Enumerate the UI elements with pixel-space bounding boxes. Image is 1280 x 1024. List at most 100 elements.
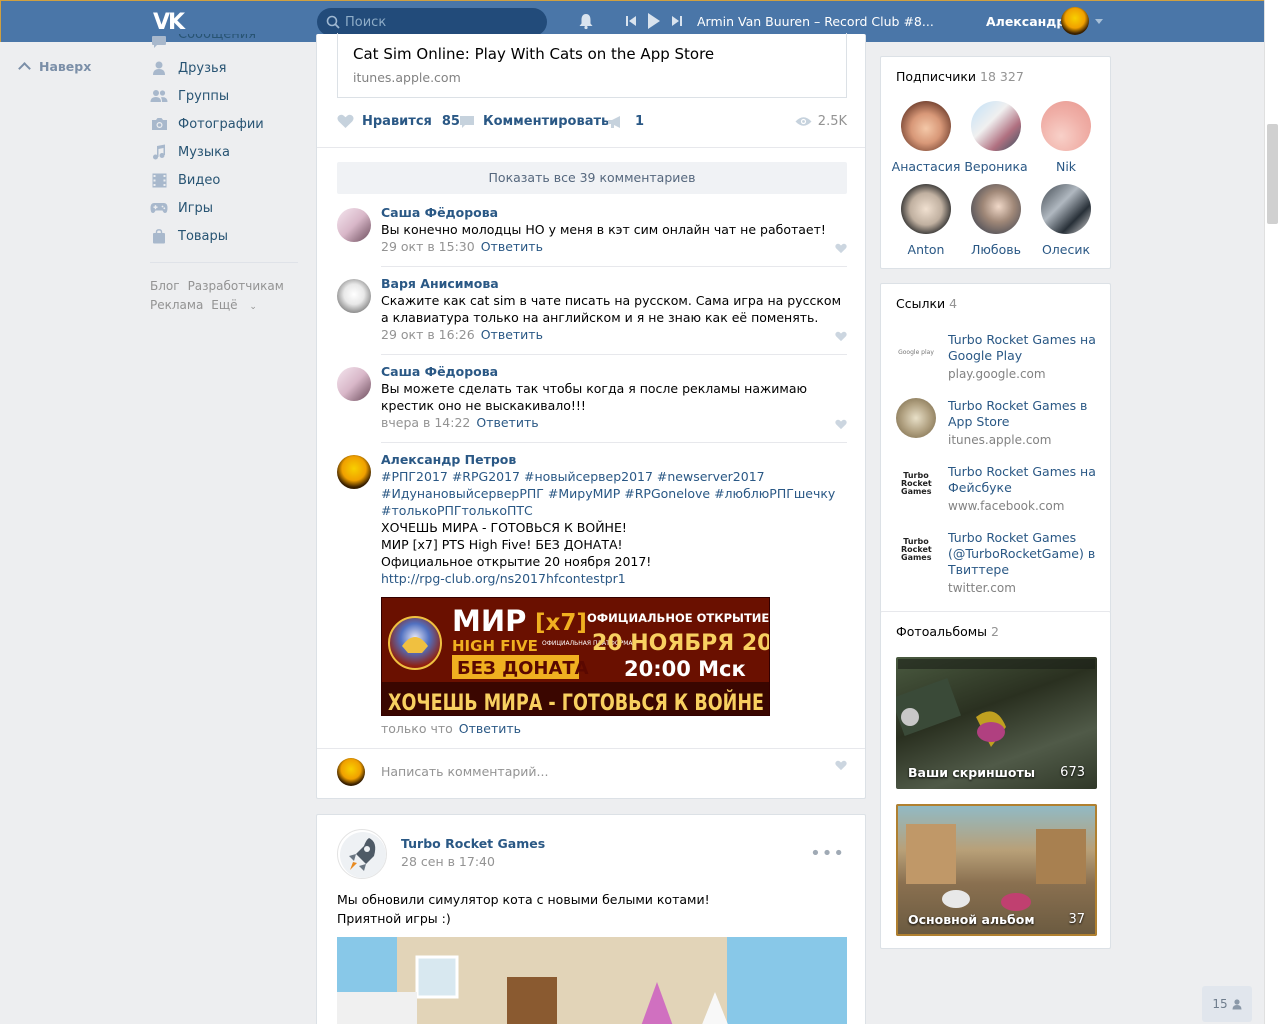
subscribers-label: Подписчики <box>896 69 977 84</box>
post-text: Мы обновили симулятор кота с новыми белы… <box>337 890 710 928</box>
comment-hashtags[interactable]: #РПГ2017 #RPG2017 #новыйсервер2017 #news… <box>381 468 841 519</box>
menu-item-music[interactable]: Музыка <box>150 138 300 166</box>
avatar[interactable] <box>337 829 387 879</box>
like-button[interactable]: Нравится 85 <box>337 114 460 129</box>
comment-meta: только что Ответить <box>381 720 841 738</box>
links-block: Ссылки 4 Google play Turbo Rocket Games н… <box>880 283 1111 613</box>
avatar <box>971 101 1021 151</box>
album-name: Основной альбом <box>908 912 1035 927</box>
avatar[interactable] <box>337 279 371 313</box>
comment-author[interactable]: Александр Петров <box>381 451 841 468</box>
avatar[interactable] <box>1061 7 1089 35</box>
comment-input[interactable]: Написать комментарий... <box>381 764 548 779</box>
links-title[interactable]: Ссылки 4 <box>896 296 957 311</box>
post-date[interactable]: 28 сен в 17:40 <box>401 854 495 869</box>
subscriber[interactable]: Любовь <box>961 184 1031 257</box>
back-to-top[interactable]: Наверх <box>18 59 91 75</box>
comment-button[interactable]: Комментировать <box>459 114 609 129</box>
promo-banner[interactable]: МИР [x7] ОФИЦИАЛЬНОЕ ОТКРЫТИЕ HIGH FIVE … <box>381 597 770 716</box>
link-title[interactable]: Cat Sim Online: Play With Cats on the Ap… <box>353 45 714 63</box>
heart-icon[interactable] <box>835 243 847 254</box>
footer-link-blog[interactable]: Блог <box>150 279 180 293</box>
show-all-comments-button[interactable]: Показать все 39 комментариев <box>337 162 847 194</box>
comment-meta: 29 окт в 16:26 Ответить <box>381 326 841 344</box>
subscriber[interactable]: Олесик <box>1031 184 1101 257</box>
footer-link-ads[interactable]: Реклама <box>150 298 203 312</box>
comment-time[interactable]: только что <box>381 721 453 736</box>
avatar <box>971 184 1021 234</box>
subscriber[interactable]: Анастасия <box>891 101 961 174</box>
comment-time[interactable]: вчера в 14:22 <box>381 415 470 430</box>
search-input[interactable] <box>345 8 540 36</box>
more-options-icon[interactable]: ••• <box>810 843 845 864</box>
chevron-down-icon[interactable] <box>1095 19 1103 24</box>
write-comment-row: Написать комментарий... <box>337 754 847 790</box>
comment-time[interactable]: 29 окт в 15:30 <box>381 239 475 254</box>
menu-item-goods[interactable]: Товары <box>150 222 300 250</box>
link-snippet[interactable]: Cat Sim Online: Play With Cats on the Ap… <box>337 33 847 98</box>
albums-title[interactable]: Фотоальбомы 2 <box>896 624 999 639</box>
comment-time[interactable]: 29 окт в 16:26 <box>381 327 475 342</box>
reply-button[interactable]: Ответить <box>476 415 538 430</box>
now-playing-track[interactable]: Armin Van Buuren – Record Club #8... <box>697 14 934 29</box>
reply-button[interactable]: Ответить <box>481 327 543 342</box>
reply-button[interactable]: Ответить <box>481 239 543 254</box>
heart-icon[interactable] <box>835 331 847 342</box>
scrollbar-thumb[interactable] <box>1267 124 1278 224</box>
turbo-rocket-logo-text: Turbo Rocket Games <box>901 471 932 496</box>
heart-icon[interactable] <box>835 419 847 430</box>
menu-item-friends[interactable]: Друзья <box>150 54 300 82</box>
banner-date: 20 НОЯБРЯ 2017 <box>592 631 770 656</box>
prev-track-icon[interactable] <box>625 14 637 28</box>
like-count: 85 <box>441 114 460 129</box>
music-icon <box>150 144 168 160</box>
vk-logo[interactable]: VK <box>153 10 185 35</box>
menu-item-groups[interactable]: Группы <box>150 82 300 110</box>
comment-link[interactable]: http://rpg-club.org/ns2017hfcontestpr1 <box>381 570 841 587</box>
avatar <box>901 184 951 234</box>
menu-item-video[interactable]: Видео <box>150 166 300 194</box>
comment-author[interactable]: Варя Анисимова <box>381 275 841 292</box>
play-icon[interactable] <box>647 12 661 30</box>
menu-item-messages[interactable]: Сообщения <box>150 34 300 54</box>
comment-author[interactable]: Саша Фёдорова <box>381 363 841 380</box>
reply-button[interactable]: Ответить <box>459 721 521 736</box>
groups-icon <box>150 88 168 104</box>
next-track-icon[interactable] <box>671 14 683 28</box>
scrollbar[interactable] <box>1264 0 1280 1024</box>
comment-author[interactable]: Саша Фёдорова <box>381 204 841 221</box>
menu-item-games[interactable]: Игры <box>150 194 300 222</box>
camera-icon <box>150 116 168 132</box>
menu-item-photos[interactable]: Фотографии <box>150 110 300 138</box>
share-button[interactable]: 1 <box>607 114 644 129</box>
link-title[interactable]: Turbo Rocket Games (@TurboRocketGame) в … <box>948 530 1098 578</box>
megaphone-icon <box>608 115 620 128</box>
comment-text: Вы можете сделать так чтобы когда я посл… <box>381 381 808 413</box>
subscriber[interactable]: Anton <box>891 184 961 257</box>
footer-link-developers[interactable]: Разработчикам <box>188 279 284 293</box>
turbo-rocket-logo: Turbo Rocket Games <box>896 464 936 504</box>
subscriber[interactable]: Вероника <box>961 101 1031 174</box>
footer-link-more[interactable]: Ещё ⌄ <box>211 298 265 312</box>
link-title[interactable]: Turbo Rocket Games на Google Play <box>948 332 1098 364</box>
bell-icon[interactable] <box>577 12 595 30</box>
subscribers-title[interactable]: Подписчики 18 327 <box>896 69 1024 84</box>
post-image[interactable] <box>337 937 847 1024</box>
comment-text: МИР [x7] PTS High Five! БЕЗ ДОНАТА! <box>381 537 623 552</box>
user-name[interactable]: Александр <box>986 14 1065 29</box>
game-scene-image <box>337 937 847 1024</box>
search-box[interactable] <box>317 8 547 36</box>
post-author[interactable]: Turbo Rocket Games <box>401 836 545 851</box>
online-friends-button[interactable]: 15 <box>1202 986 1252 1022</box>
avatar[interactable] <box>337 208 371 242</box>
link-title[interactable]: Turbo Rocket Games в App Store <box>948 398 1098 430</box>
rocket-icon <box>340 832 386 878</box>
album-card[interactable]: Ваши скриншоты 673 <box>896 657 1097 789</box>
friends-icon <box>150 60 168 76</box>
banner-time: 20:00 Мск <box>624 657 746 681</box>
avatar[interactable] <box>337 367 371 401</box>
album-card[interactable]: Основной альбом 37 <box>896 804 1097 936</box>
avatar[interactable] <box>337 455 371 489</box>
link-title[interactable]: Turbo Rocket Games на Фейсбуке <box>948 464 1098 496</box>
subscriber[interactable]: Nik <box>1031 101 1101 174</box>
